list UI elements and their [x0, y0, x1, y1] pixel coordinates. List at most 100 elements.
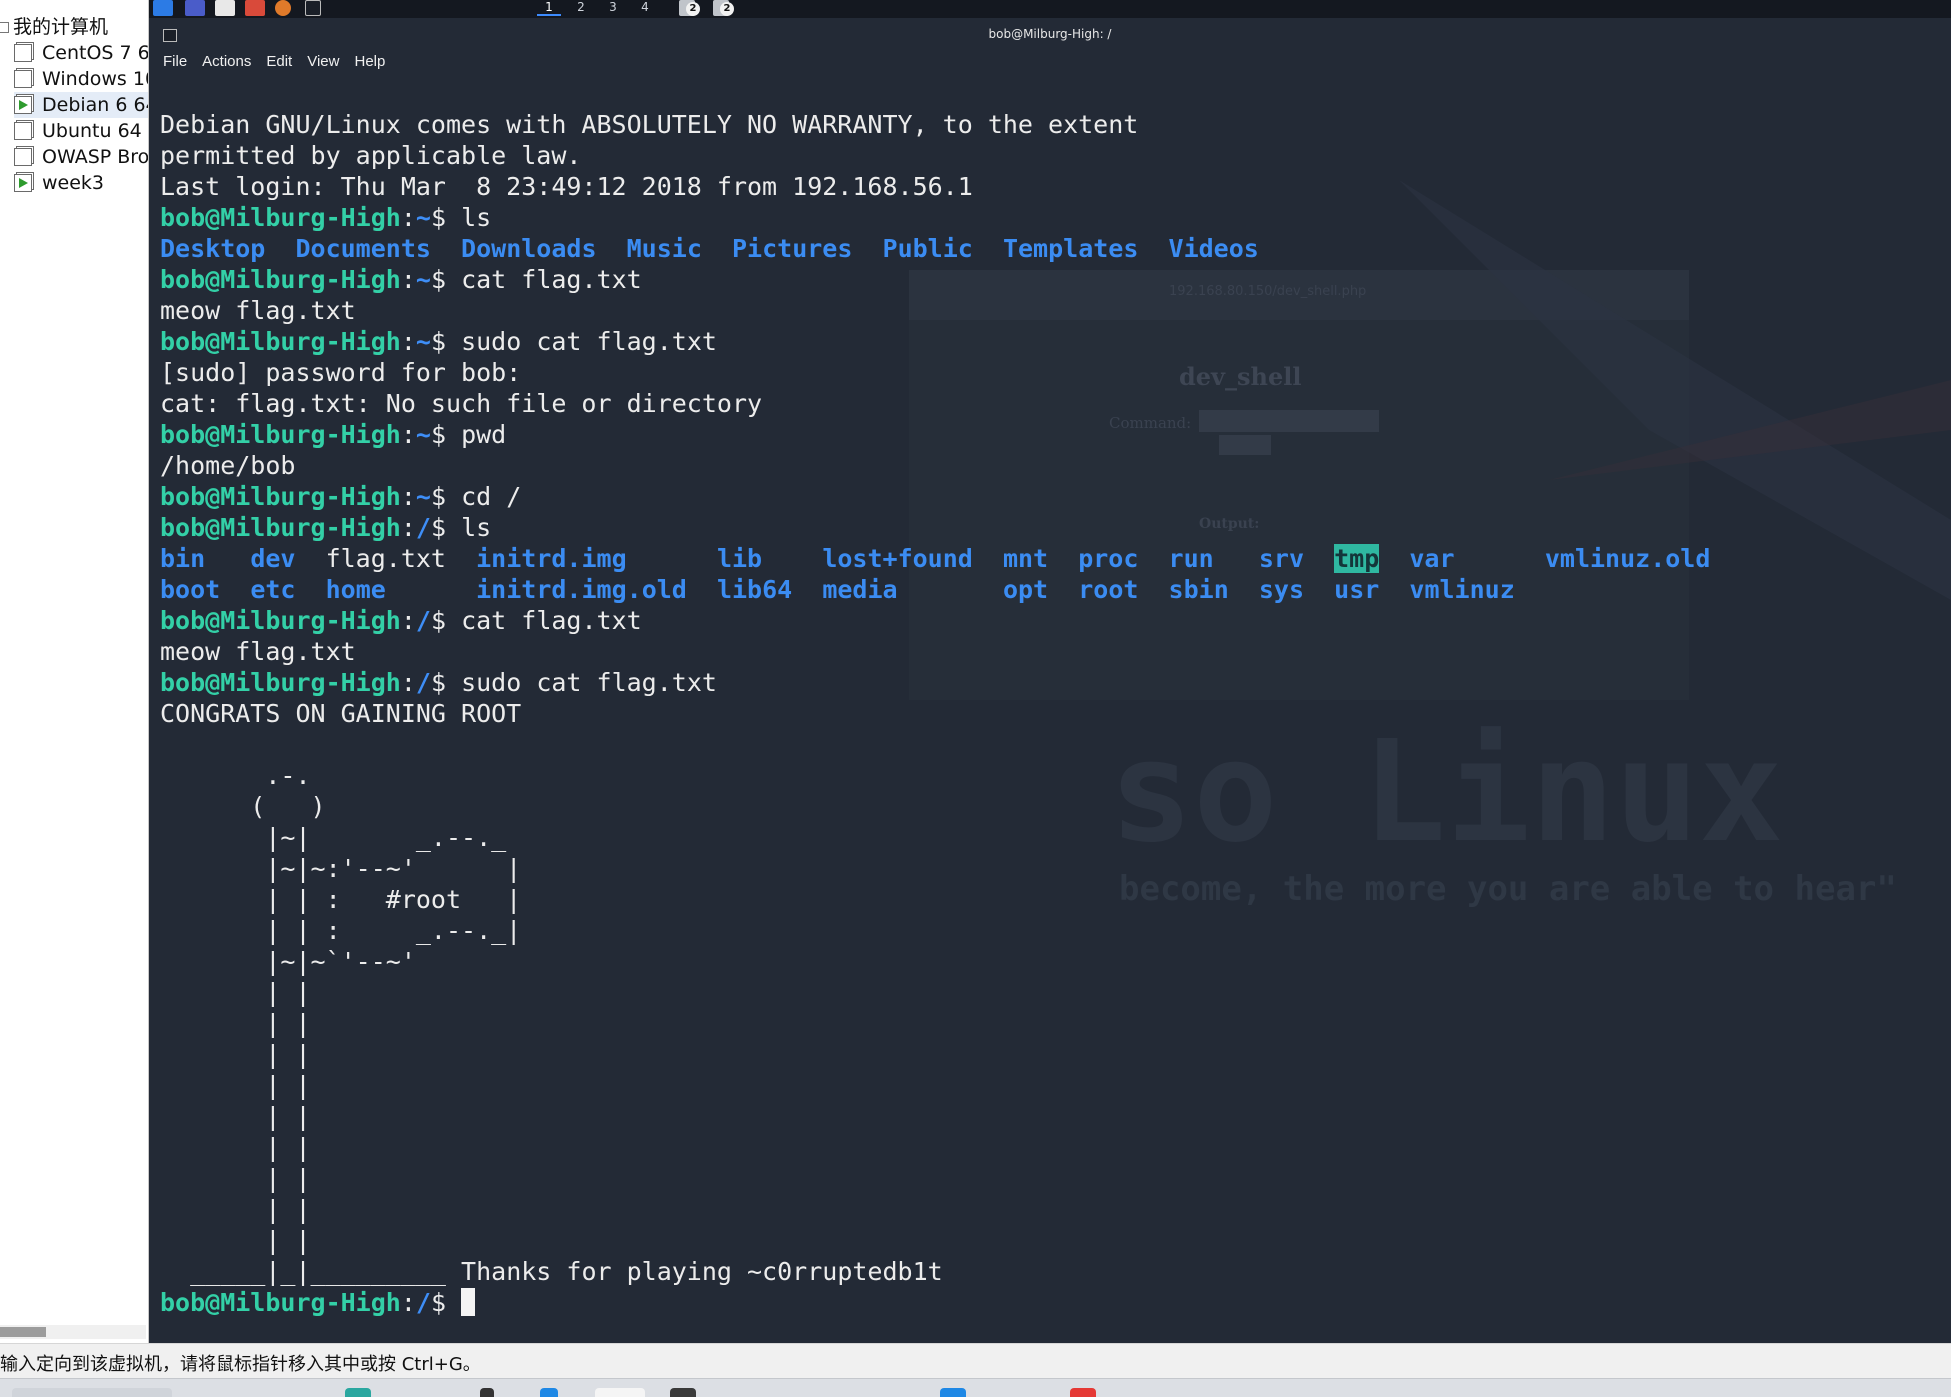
directory-entry: dev: [250, 544, 296, 573]
directory-entry: Public: [882, 234, 973, 263]
ascii-art-line: _____|_|_________ Thanks for playing ~c0…: [160, 1256, 1710, 1287]
ascii-art-text: | |: [160, 1133, 311, 1162]
prompt-user: bob@Milburg-High: [160, 265, 401, 294]
output-text: CONGRATS ON GAINING ROOT: [160, 699, 522, 728]
vmware-statusbar: 输入定向到该虚拟机，请将鼠标指针移入其中或按 Ctrl+G。: [0, 1343, 1951, 1379]
ascii-art-line: | |: [160, 1163, 1710, 1194]
workspace-button[interactable]: 2: [569, 0, 593, 14]
vm-item-label: CentOS 7 64: [42, 42, 149, 64]
vm-item[interactable]: Ubuntu 64 位: [14, 118, 148, 144]
output-line: CONGRATS ON GAINING ROOT: [160, 698, 1710, 729]
vm-library-panel: 我的计算机 CentOS 7 64 Windows 10 Debian 6 64 Ub…: [0, 0, 149, 1343]
directory-entry: etc: [250, 575, 296, 604]
directory-entry: initrd.img: [476, 544, 627, 573]
prompt-path: ~: [415, 265, 431, 294]
output-line: Last login: Thu Mar 8 23:49:12 2018 from…: [160, 171, 1710, 202]
ascii-art-text: | |: [160, 1040, 311, 1069]
directory-entry: run: [1168, 544, 1214, 573]
ascii-art-line: | | : #root |: [160, 884, 1710, 915]
directory-entry: vmlinuz.old: [1544, 544, 1711, 573]
vm-item[interactable]: Debian 6 64: [14, 92, 148, 118]
directory-entry: lib: [716, 544, 763, 573]
prompt-user: bob@Milburg-High: [160, 420, 401, 449]
output-text: cat: flag.txt: No such file or directory: [160, 389, 763, 418]
output-line: meow flag.txt: [160, 636, 1710, 667]
prompt-line: bob@Milburg-High:~$ sudo cat flag.txt: [160, 327, 717, 356]
vm-item-label: week3: [42, 172, 105, 194]
vm-item[interactable]: week3: [14, 170, 148, 196]
prompt-path: /: [415, 513, 431, 542]
terminal-menubar: File Actions Edit View Help: [163, 50, 385, 74]
command-text: sudo cat flag.txt: [461, 327, 717, 356]
command-text: pwd: [461, 420, 507, 449]
file-entry: flag.txt: [325, 544, 446, 573]
firefox-icon[interactable]: [275, 0, 291, 16]
vm-item[interactable]: OWASP Bro: [14, 144, 149, 170]
prompt-user: bob@Milburg-High: [160, 606, 401, 635]
vm-display[interactable]: dev_shell Command: Output: 192.168.80.15…: [149, 0, 1951, 1343]
directory-entry: tmp: [1334, 544, 1380, 573]
vm-item-label: OWASP Bro: [42, 146, 149, 168]
menu-item[interactable]: Help: [354, 50, 385, 74]
terminal-cursor: [461, 1288, 476, 1316]
directory-entry: Downloads: [461, 234, 597, 263]
text-editor-icon[interactable]: [245, 0, 265, 16]
windows-taskbar: [0, 1378, 1951, 1397]
collapse-box-icon[interactable]: [0, 22, 9, 33]
ascii-art-text: .-.: [160, 761, 311, 790]
directory-entry: Music: [626, 234, 702, 263]
output-text: meow flag.txt: [160, 296, 356, 325]
directory-entry: home: [325, 575, 386, 604]
ascii-art-text: | |: [160, 1102, 311, 1131]
terminal-launcher-icon[interactable]: [305, 0, 321, 16]
menu-item[interactable]: Actions: [202, 50, 251, 74]
vm-icon: [14, 148, 32, 166]
directory-entry: lost+found: [822, 544, 973, 573]
vm-item[interactable]: CentOS 7 64: [14, 40, 149, 66]
directory-entry: bin: [160, 544, 206, 573]
notification-badge: 2: [686, 2, 700, 16]
library-root[interactable]: 我的计算机: [0, 12, 108, 39]
output-line: cat: flag.txt: No such file or directory: [160, 388, 1710, 419]
prompt-line: bob@Milburg-High:~$ ls: [160, 203, 492, 232]
prompt-path: ~: [415, 327, 431, 356]
ascii-art-line: |~|~:'--~' |: [160, 853, 1710, 884]
ascii-art-line: | |: [160, 1101, 1710, 1132]
directory-entry: Documents: [295, 234, 431, 263]
ascii-art-line: | |: [160, 1008, 1710, 1039]
workspace-button[interactable]: 4: [633, 0, 657, 14]
workspace-button[interactable]: 1: [537, 0, 561, 16]
ascii-art-text: | |: [160, 1009, 311, 1038]
prompt-line: bob@Milburg-High:/$ ls: [160, 513, 492, 542]
menu-item[interactable]: Edit: [266, 50, 292, 74]
workspace-button[interactable]: 3: [601, 0, 625, 14]
notification-badge: 2: [720, 2, 734, 16]
vm-running-icon: [14, 96, 32, 114]
ls-output-line: bin dev flag.txt initrd.img lib lost+fou…: [160, 543, 1710, 574]
menu-item[interactable]: File: [163, 50, 187, 74]
ls-output-line: boot etc home initrd.img.old lib64 media…: [160, 574, 1710, 605]
prompt-user: bob@Milburg-High: [160, 482, 401, 511]
ascii-art-line: | |: [160, 1039, 1710, 1070]
vm-item[interactable]: Windows 10: [14, 66, 148, 92]
output-text: [sudo] password for bob:: [160, 358, 522, 387]
file-manager-icon[interactable]: [215, 0, 235, 16]
menu-item[interactable]: View: [307, 50, 339, 74]
prompt-line: bob@Milburg-High:/$: [160, 1287, 1710, 1318]
ascii-art-line: .-.: [160, 760, 1710, 791]
prompt-path: /: [415, 1288, 431, 1317]
directory-entry: Desktop: [160, 234, 266, 263]
kali-menu-icon[interactable]: [153, 0, 173, 16]
directory-entry: Videos: [1168, 234, 1259, 263]
ascii-art-text: ( ): [160, 792, 326, 821]
library-scrollbar-thumb[interactable]: [0, 1327, 46, 1337]
terminal-output[interactable]: Debian GNU/Linux comes with ABSOLUTELY N…: [160, 109, 1710, 1318]
thanks-text: Thanks for playing ~c0rruptedb1t: [445, 1257, 943, 1286]
prompt-path: /: [415, 668, 431, 697]
command-text: cd /: [461, 482, 522, 511]
terminal-titlebar[interactable]: bob@Milburg-High: /: [149, 18, 1951, 50]
show-desktop-icon[interactable]: [185, 0, 205, 16]
output-line: meow flag.txt: [160, 295, 1710, 326]
prompt-line: bob@Milburg-High:~$ cd /: [160, 482, 522, 511]
